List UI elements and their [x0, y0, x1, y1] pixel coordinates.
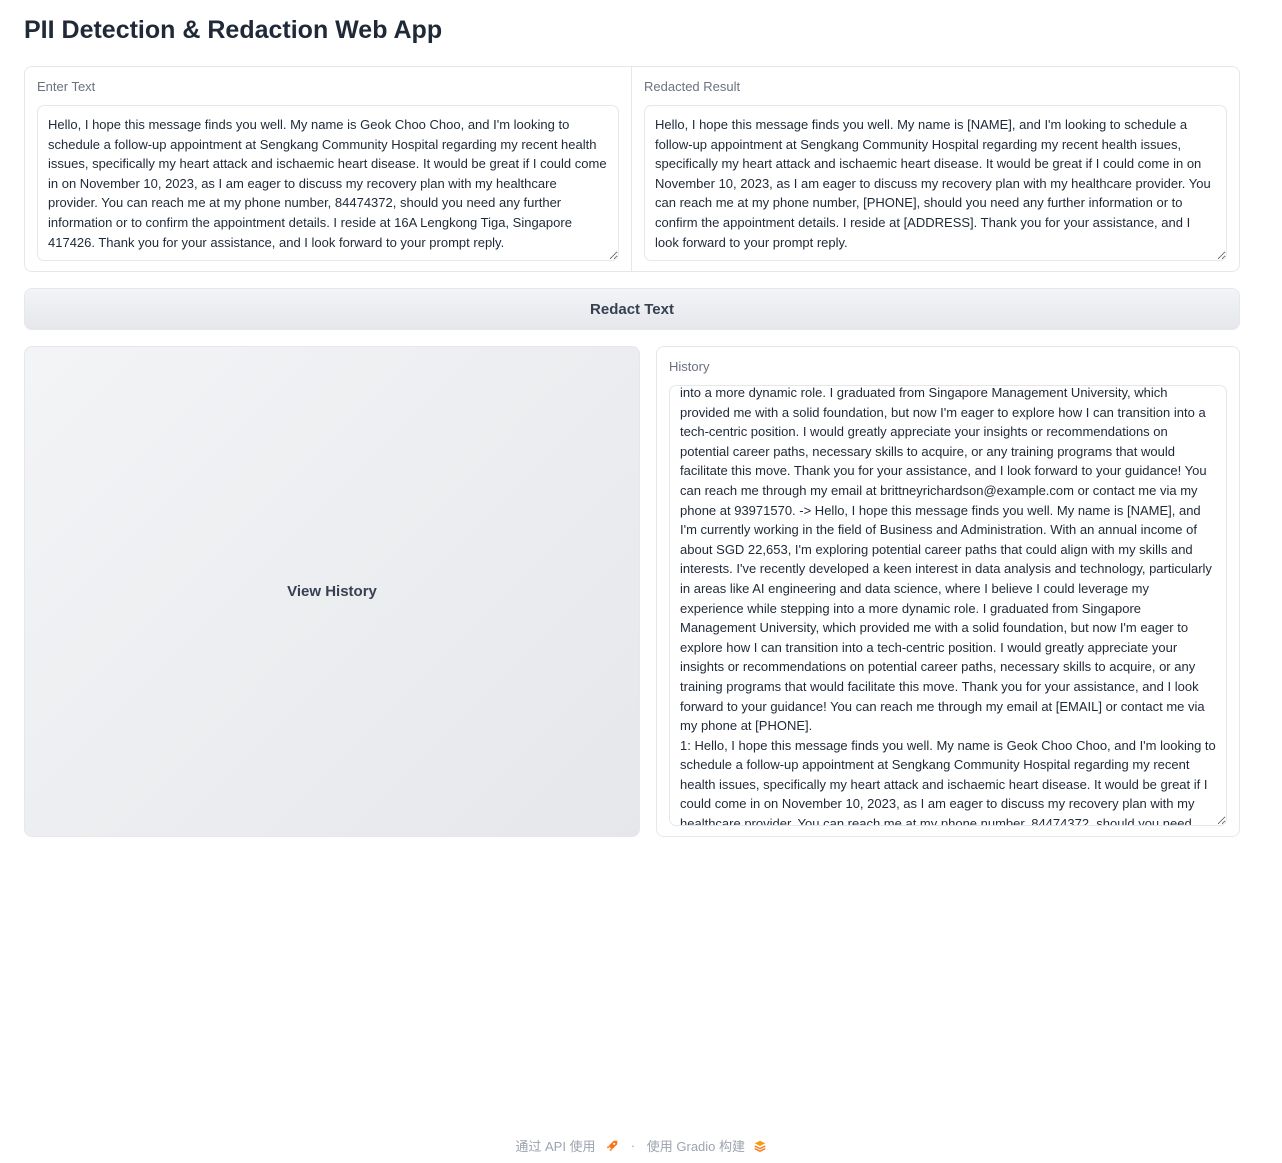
history-label: History — [669, 359, 710, 374]
output-label: Redacted Result — [644, 79, 741, 94]
input-label: Enter Text — [37, 79, 96, 94]
rocket-icon — [606, 1140, 618, 1151]
history-panel: History into a more dynamic role. I grad… — [656, 346, 1240, 837]
input-textarea[interactable]: Hello, I hope this message finds you wel… — [37, 105, 619, 261]
input-output-row: Enter Text Hello, I hope this message fi… — [24, 66, 1240, 272]
gradio-logo-icon — [754, 1140, 766, 1152]
built-with-gradio-link[interactable]: 使用 Gradio 构建 — [647, 1139, 745, 1154]
history-content: into a more dynamic role. I graduated fr… — [680, 385, 1216, 826]
redacted-result-textarea[interactable]: Hello, I hope this message finds you wel… — [644, 105, 1227, 261]
page-title: PII Detection & Redaction Web App — [24, 16, 443, 44]
redact-text-button[interactable]: Redact Text — [24, 288, 1240, 330]
input-panel: Enter Text Hello, I hope this message fi… — [25, 67, 632, 271]
view-history-button[interactable]: View History — [24, 346, 640, 837]
footer-separator: · — [630, 1138, 636, 1153]
footer: 通过 API 使用 · 使用 Gradio 构建 — [0, 1136, 1282, 1155]
output-panel: Redacted Result Hello, I hope this messa… — [632, 67, 1239, 271]
use-via-api-link[interactable]: 通过 API 使用 — [515, 1139, 595, 1154]
history-textarea[interactable]: into a more dynamic role. I graduated fr… — [669, 385, 1227, 826]
